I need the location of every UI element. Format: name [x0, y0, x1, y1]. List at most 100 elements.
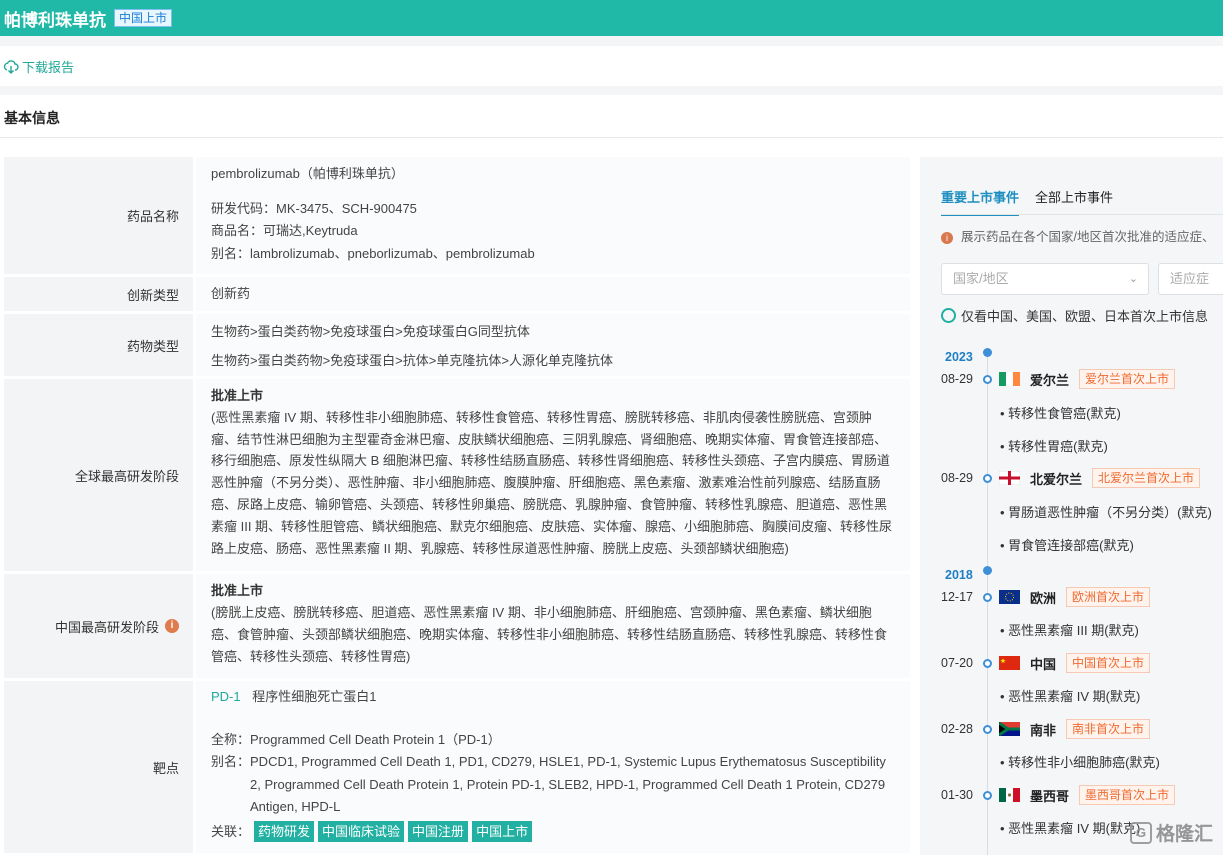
row-drug-name: 药品名称 pembrolizumab（帕博利珠单抗） 研发代码：MK-3475、… [4, 157, 910, 277]
timeline-event: 08-29 爱尔兰 爱尔兰首次上市 [941, 369, 1223, 389]
timeline-dot [983, 374, 992, 384]
first-launch-tag: 欧洲首次上市 [1066, 587, 1151, 607]
event-country: 中国 [1030, 656, 1057, 672]
row-value: 生物药>蛋白类药物>免疫球蛋白>免疫球蛋白G同型抗体 生物药>蛋白类药物>免疫球… [196, 314, 910, 376]
event-indication: • 转移性胃癌(默克) [1000, 439, 1108, 454]
timeline-year-dot [983, 566, 992, 575]
watermark-icon: G [1130, 821, 1152, 844]
indication-text: 胃肠道恶性肿瘤（不另分类）(默克) [1008, 505, 1212, 520]
row-label: 全球最高研发阶段 [4, 379, 193, 571]
timeline-event: 12-17 欧洲 欧洲首次上市 [941, 587, 1223, 607]
row-innovation: 创新类型 创新药 [4, 277, 910, 314]
hint-text: i 展示药品在各个国家/地区首次批准的适应症、 [941, 226, 1214, 245]
watermark-text: 格隆汇 [1156, 824, 1214, 845]
event-country: 欧洲 [1030, 590, 1057, 606]
row-label: 创新类型 [4, 277, 193, 311]
timeline-event: 07-20 中国 中国首次上市 [941, 653, 1223, 673]
download-label: 下载报告 [22, 60, 75, 75]
divider [941, 214, 1223, 215]
info-icon[interactable]: i [165, 619, 179, 633]
spacer [0, 86, 1223, 95]
radio-label: 仅看中国、美国、欧盟、日本首次上市信息 [961, 309, 1209, 324]
first-launch-tag: 中国首次上市 [1066, 653, 1151, 673]
row-global-stage: 全球最高研发阶段 批准上市 (恶性黑素瘤 IV 期、转移性非小细胞肺癌、转移性食… [4, 379, 910, 574]
watermark-logo: G 格隆汇 [1130, 819, 1213, 846]
timeline-year-dot [983, 348, 992, 357]
event-indication: • 胃肠道恶性肿瘤（不另分类）(默克) [1000, 505, 1212, 520]
first-launch-tag: 墨西哥首次上市 [1079, 785, 1176, 805]
target-alias: PDCD1, Programmed Cell Death 1, PD1, CD2… [250, 754, 886, 814]
tag-china-launch[interactable]: 中国上市 [472, 821, 533, 843]
indication-text: 恶性黑素瘤 IV 期(默克) [1008, 689, 1141, 704]
event-date: 07-20 [941, 656, 973, 670]
drug-title: 帕博利珠单抗 [4, 10, 106, 30]
top-bar: 帕博利珠单抗 中国上市 [0, 0, 1223, 36]
event-country: 北爱尔兰 [1030, 471, 1083, 487]
trade-name: 商品名：可瑞达,Keytruda [211, 223, 358, 238]
indication-select[interactable]: 适应症 [1158, 263, 1223, 295]
spacer [0, 36, 1223, 46]
event-country: 南非 [1030, 722, 1057, 738]
timeline-event: 02-28 南非 南非首次上市 [941, 719, 1223, 739]
timeline-dot [983, 724, 992, 734]
south-africa-flag-icon [999, 722, 1020, 736]
row-value: 创新药 [196, 277, 910, 311]
row-china-stage: 中国最高研发阶段 i 批准上市 (膀胱上皮癌、膀胱转移癌、胆道癌、恶性黑素瘤 I… [4, 574, 910, 681]
timeline-event: 01-30 墨西哥 墨西哥首次上市 [941, 785, 1223, 805]
tag-china-registration[interactable]: 中国注册 [408, 821, 469, 843]
timeline-year: 2018 [945, 568, 973, 582]
drug-type-line: 生物药>蛋白类药物>免疫球蛋白>免疫球蛋白G同型抗体 [211, 324, 530, 339]
indication-text: 恶性黑素瘤 IV 期(默克) [1008, 821, 1141, 836]
china-flag-icon [999, 656, 1020, 670]
tag-drug-research[interactable]: 药物研发 [254, 821, 315, 843]
event-date: 08-29 [941, 372, 973, 386]
row-drug-type: 药物类型 生物药>蛋白类药物>免疫球蛋白>免疫球蛋白G同型抗体 生物药>蛋白类药… [4, 314, 910, 379]
china-stage-label: 中国最高研发阶段 [54, 619, 159, 635]
download-report-button[interactable]: 下载报告 [3, 57, 74, 76]
tab-all-events[interactable]: 全部上市事件 [1035, 187, 1113, 216]
eu-flag-icon [999, 590, 1020, 604]
event-indication: • 恶性黑素瘤 III 期(默克) [1000, 623, 1139, 638]
row-value: PD-1 程序性细胞死亡蛋白1 全称：Programmed Cell Death… [196, 681, 910, 853]
stage-indications: (恶性黑素瘤 IV 期、转移性非小细胞肺癌、转移性食管癌、转移性胃癌、膀胱转移癌… [211, 409, 893, 556]
cloud-download-icon [3, 59, 19, 74]
tab-key-events[interactable]: 重要上市事件 [941, 187, 1020, 216]
timeline-dot [983, 658, 992, 668]
country-select[interactable]: 国家/地区 ⌄ [941, 263, 1149, 295]
related-row: 关联： 药物研发 中国临床试验 中国注册 中国上市 [211, 821, 896, 844]
event-date: 08-29 [941, 471, 973, 485]
chevron-down-icon: ⌄ [1128, 273, 1138, 285]
radio-icon[interactable] [941, 308, 956, 323]
divider [0, 137, 1223, 138]
timeline-dot [983, 790, 992, 800]
timeline-dot [983, 473, 992, 483]
indication-text: 恶性黑素瘤 III 期(默克) [1008, 623, 1139, 638]
basic-info-table: 药品名称 pembrolizumab（帕博利珠单抗） 研发代码：MK-3475、… [4, 157, 910, 856]
row-label: 中国最高研发阶段 i [4, 574, 193, 678]
drug-name: pembrolizumab（帕博利珠单抗） [211, 166, 404, 181]
row-value: 批准上市 (恶性黑素瘤 IV 期、转移性非小细胞肺癌、转移性食管癌、转移性胃癌、… [196, 379, 910, 571]
target-name: 程序性细胞死亡蛋白1 [252, 689, 377, 704]
alias: 别名：lambrolizumab、pneborlizumab、pembroliz… [211, 245, 535, 261]
first-launch-tag: 爱尔兰首次上市 [1079, 369, 1176, 389]
mexico-flag-icon [999, 788, 1020, 802]
tag-china-clinical-trial[interactable]: 中国临床试验 [318, 821, 405, 843]
row-value: pembrolizumab（帕博利珠单抗） 研发代码：MK-3475、SCH-9… [196, 157, 910, 274]
first-launch-tag: 南非首次上市 [1066, 719, 1151, 739]
ireland-flag-icon [999, 372, 1020, 386]
drug-type-line: 生物药>蛋白类药物>免疫球蛋白>抗体>单克隆抗体>人源化单克隆抗体 [211, 353, 613, 368]
event-indication: • 转移性食管癌(默克) [1000, 406, 1121, 421]
first-launch-tag: 北爱尔兰首次上市 [1092, 468, 1201, 488]
row-label: 药品名称 [4, 157, 193, 274]
market-events-panel: 重要上市事件 全部上市事件 i 展示药品在各个国家/地区首次批准的适应症、 国家/… [920, 157, 1223, 855]
row-target: 靶点 PD-1 程序性细胞死亡蛋白1 全称：Programmed Cell De… [4, 681, 910, 856]
info-icon: i [941, 232, 953, 244]
indication-text: 转移性胃癌(默克) [1008, 439, 1108, 454]
event-indication: • 恶性黑素瘤 IV 期(默克) [1000, 821, 1141, 836]
northern-ireland-flag-icon [999, 471, 1020, 485]
event-country: 爱尔兰 [1030, 372, 1070, 388]
event-indication: • 转移性非小细胞肺癌(默克) [1000, 755, 1160, 770]
major-markets-filter[interactable]: 仅看中国、美国、欧盟、日本首次上市信息 [941, 306, 1208, 325]
target-code-link[interactable]: PD-1 [211, 689, 241, 704]
event-indication: • 恶性黑素瘤 IV 期(默克) [1000, 689, 1141, 704]
